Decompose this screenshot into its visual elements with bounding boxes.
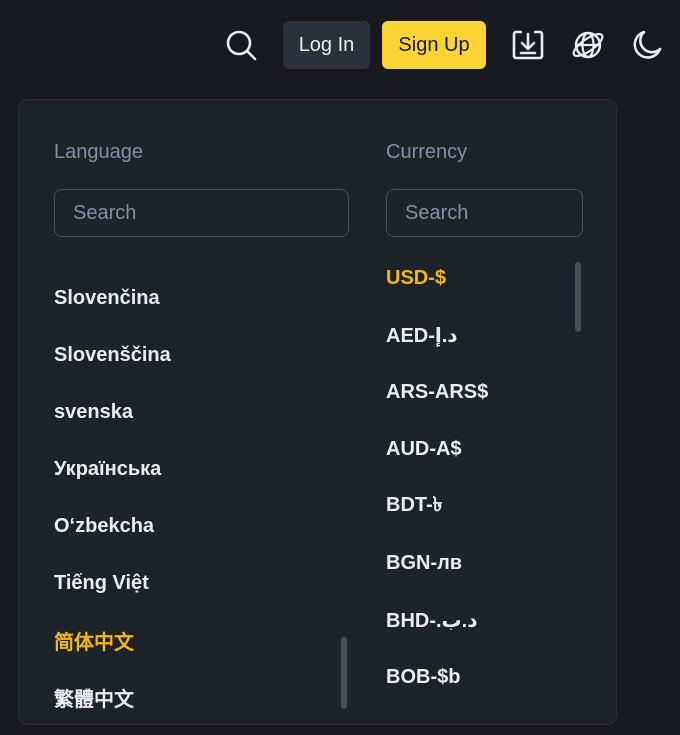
top-navigation: Log In Sign Up (0, 0, 680, 92)
signup-button[interactable]: Sign Up (382, 21, 486, 69)
language-option-item[interactable]: 繁體中文 (54, 669, 171, 724)
language-currency-panel: Language SlovenčinaSlovenščinasvenskaУкр… (18, 99, 617, 725)
currency-scrollbar[interactable] (575, 262, 581, 332)
download-icon[interactable] (508, 25, 548, 65)
language-option-item[interactable]: Slovenčina (54, 270, 171, 327)
currency-option-item[interactable]: BGN-лв (386, 535, 488, 592)
currency-list: USD-$ AED-د.إ ARS-ARS$ AUD-A$ BDT-৳ BGN-лв BHD… (386, 250, 488, 706)
language-search-input[interactable] (54, 189, 349, 237)
currency-option-item[interactable]: AUD-A$ (386, 421, 488, 478)
search-icon[interactable] (221, 25, 261, 65)
globe-icon[interactable] (568, 25, 608, 65)
currency-title: Currency (386, 141, 468, 163)
language-option-item[interactable]: Slovenščina (54, 327, 171, 384)
currency-option-item[interactable]: BOB-$b (386, 649, 488, 706)
language-option-item[interactable]: svenska (54, 384, 171, 441)
language-option-item[interactable]: O‘zbekcha (54, 498, 171, 555)
currency-option-item[interactable]: AED-د.إ (386, 307, 488, 364)
moon-icon[interactable] (627, 25, 667, 65)
language-option-item[interactable]: Tiếng Việt (54, 555, 171, 612)
language-scrollbar[interactable] (341, 637, 347, 709)
language-list: Slovenčina Slovenščina svenska Українська O‘… (54, 270, 171, 724)
currency-option-item[interactable]: BHD-.د.ب (386, 592, 488, 649)
language-option-item[interactable]: 简体中文 (54, 612, 171, 669)
currency-option-item[interactable]: USD-$ (386, 250, 488, 307)
currency-option-item[interactable]: ARS-ARS$ (386, 364, 488, 421)
currency-option-item[interactable]: BDT-৳ (386, 478, 488, 535)
login-button[interactable]: Log In (283, 21, 370, 69)
language-title: Language (54, 141, 143, 163)
currency-search-input[interactable] (386, 189, 583, 237)
language-option-item[interactable]: Українська (54, 441, 171, 498)
